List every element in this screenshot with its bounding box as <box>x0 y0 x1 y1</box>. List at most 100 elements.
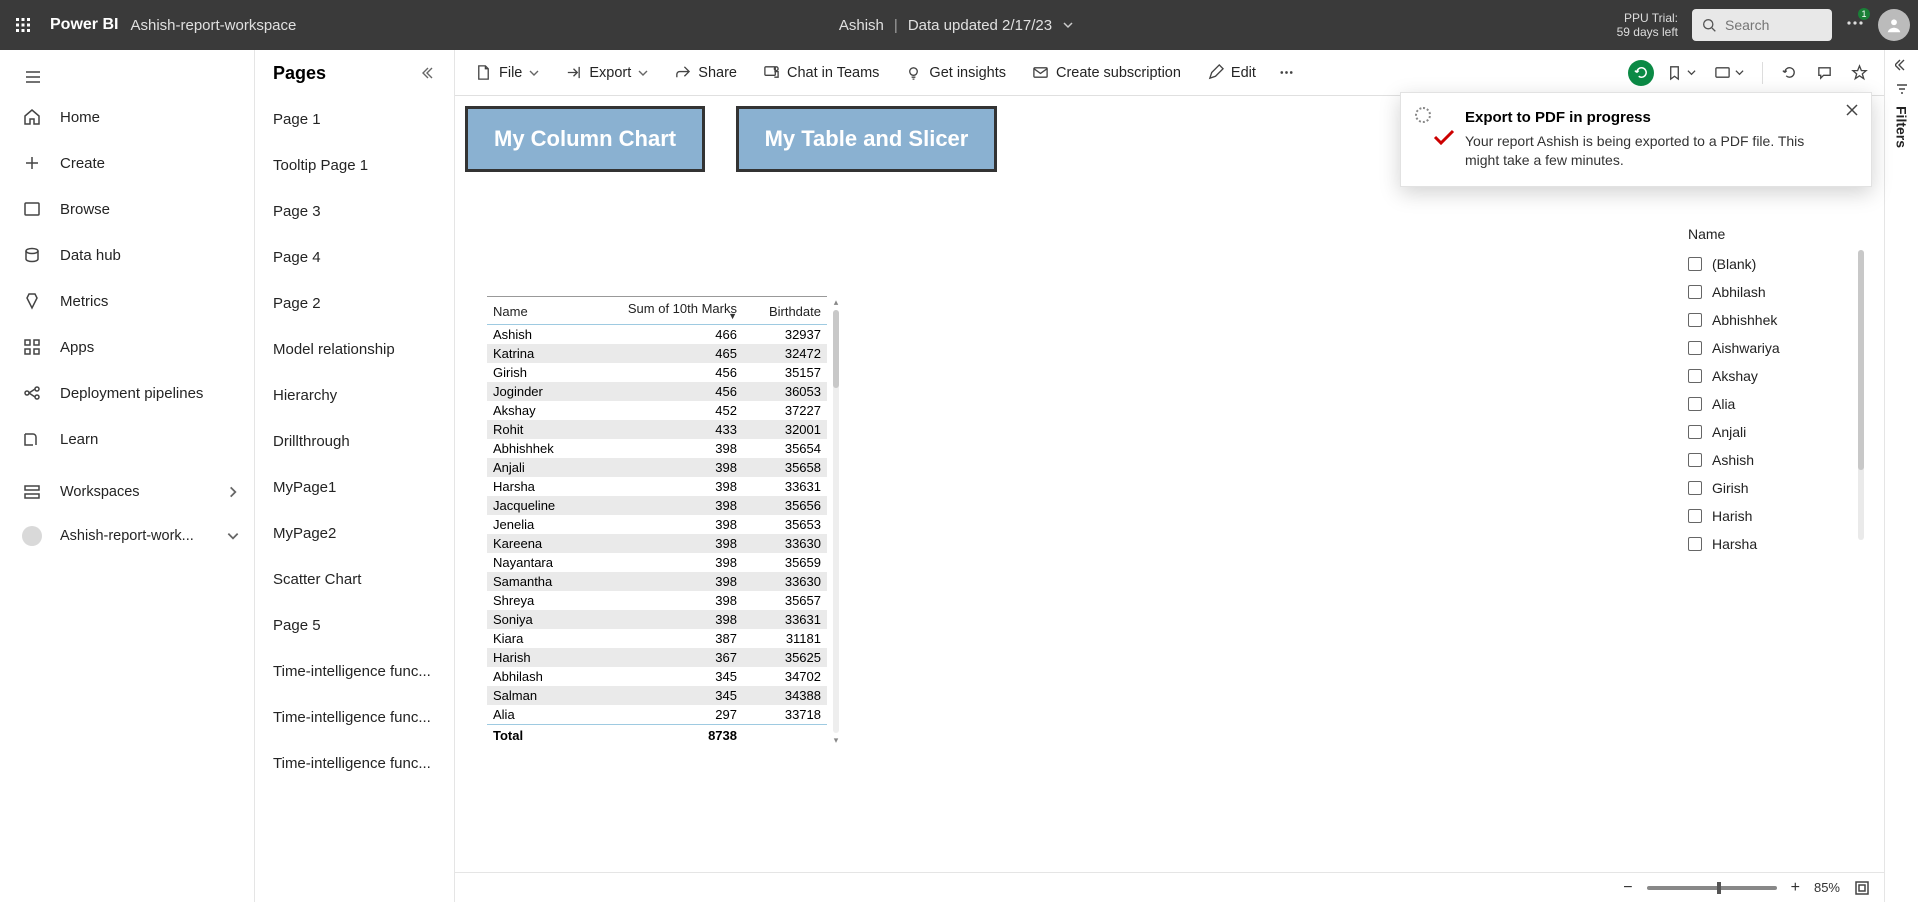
page-item[interactable]: MyPage1 <box>255 464 454 510</box>
bookmark-button[interactable] <box>1660 64 1702 81</box>
nav-workspaces[interactable]: Workspaces <box>0 470 254 514</box>
table-row[interactable]: Anjali39835658 <box>487 458 827 477</box>
zoom-in-button[interactable]: + <box>1791 879 1800 897</box>
col-sum[interactable]: Sum of 10th Marks▼ <box>584 297 743 325</box>
table-scrollbar[interactable]: ▴ ▾ <box>830 297 842 746</box>
nav-data-hub[interactable]: Data hub <box>0 232 254 278</box>
search-box[interactable] <box>1692 9 1832 41</box>
nav-button-table-slicer[interactable]: My Table and Slicer <box>736 106 998 172</box>
app-launcher-icon[interactable] <box>8 10 38 40</box>
slicer-item[interactable]: Girish <box>1688 474 1848 502</box>
nav-learn[interactable]: Learn <box>0 416 254 462</box>
get-insights-button[interactable]: Get insights <box>895 56 1016 90</box>
nav-browse[interactable]: Browse <box>0 186 254 232</box>
slicer-item[interactable]: (Blank) <box>1688 250 1848 278</box>
workspace-name[interactable]: Ashish-report-workspace <box>130 17 296 34</box>
edit-button[interactable]: Edit <box>1197 56 1266 90</box>
zoom-out-button[interactable]: − <box>1623 879 1632 897</box>
checkbox-icon[interactable] <box>1688 537 1702 551</box>
page-item[interactable]: Time-intelligence func... <box>255 648 454 694</box>
checkbox-icon[interactable] <box>1688 425 1702 439</box>
table-row[interactable]: Joginder45636053 <box>487 382 827 401</box>
nav-apps[interactable]: Apps <box>0 324 254 370</box>
more-options-button[interactable] <box>1846 14 1864 37</box>
nav-button-column-chart[interactable]: My Column Chart <box>465 106 705 172</box>
nav-home[interactable]: Home <box>0 94 254 140</box>
trial-info[interactable]: PPU Trial: 59 days left <box>1617 11 1678 40</box>
checkbox-icon[interactable] <box>1688 285 1702 299</box>
report-canvas[interactable]: My Column Chart My Table and Slicer Name… <box>455 96 1884 872</box>
slicer-scrollbar[interactable] <box>1858 250 1864 540</box>
page-item[interactable]: MyPage2 <box>255 510 454 556</box>
page-item[interactable]: Tooltip Page 1 <box>255 142 454 188</box>
share-button[interactable]: Share <box>664 56 747 90</box>
reset-button[interactable] <box>1628 60 1654 86</box>
table-row[interactable]: Jacqueline39835656 <box>487 496 827 515</box>
table-row[interactable]: Abhilash34534702 <box>487 667 827 686</box>
table-row[interactable]: Harsha39833631 <box>487 477 827 496</box>
nav-current-workspace[interactable]: Ashish-report-work... <box>0 514 254 558</box>
page-item[interactable]: Time-intelligence func... <box>255 694 454 740</box>
collapse-pages-icon[interactable] <box>422 65 438 81</box>
nav-create[interactable]: Create <box>0 140 254 186</box>
checkbox-icon[interactable] <box>1688 341 1702 355</box>
slicer-item[interactable]: Aishwariya <box>1688 334 1848 362</box>
view-button[interactable] <box>1708 64 1750 81</box>
page-item[interactable]: Page 1 <box>255 96 454 142</box>
slicer-item[interactable]: Abhilash <box>1688 278 1848 306</box>
table-row[interactable]: Nayantara39835659 <box>487 553 827 572</box>
table-row[interactable]: Soniya39833631 <box>487 610 827 629</box>
slicer-visual[interactable]: Name (Blank)AbhilashAbhishhekAishwariyaA… <box>1688 226 1848 558</box>
nav-metrics[interactable]: Metrics <box>0 278 254 324</box>
export-menu[interactable]: Export <box>555 56 658 90</box>
table-row[interactable]: Samantha39833630 <box>487 572 827 591</box>
chevron-down-icon[interactable] <box>1062 19 1074 31</box>
slicer-item[interactable]: Harish <box>1688 502 1848 530</box>
col-birthdate[interactable]: Birthdate <box>743 297 827 325</box>
table-row[interactable]: Kiara38731181 <box>487 629 827 648</box>
page-item[interactable]: Page 4 <box>255 234 454 280</box>
create-subscription-button[interactable]: Create subscription <box>1022 56 1191 90</box>
checkbox-icon[interactable] <box>1688 257 1702 271</box>
slicer-item[interactable]: Ashish <box>1688 446 1848 474</box>
page-item[interactable]: Scatter Chart <box>255 556 454 602</box>
fit-page-icon[interactable] <box>1854 880 1870 896</box>
slicer-item[interactable]: Akshay <box>1688 362 1848 390</box>
table-row[interactable]: Katrina46532472 <box>487 344 827 363</box>
toast-close-button[interactable] <box>1845 103 1859 117</box>
page-item[interactable]: Page 5 <box>255 602 454 648</box>
nav-collapse-button[interactable] <box>0 60 254 94</box>
data-updated-label[interactable]: Data updated 2/17/23 <box>908 17 1052 34</box>
checkbox-icon[interactable] <box>1688 369 1702 383</box>
table-row[interactable]: Akshay45237227 <box>487 401 827 420</box>
table-row[interactable]: Salman34534388 <box>487 686 827 705</box>
table-row[interactable]: Abhishhek39835654 <box>487 439 827 458</box>
nav-pipelines[interactable]: Deployment pipelines <box>0 370 254 416</box>
table-row[interactable]: Harish36735625 <box>487 648 827 667</box>
checkbox-icon[interactable] <box>1688 509 1702 523</box>
search-input[interactable] <box>1725 17 1805 33</box>
page-item[interactable]: Page 3 <box>255 188 454 234</box>
checkbox-icon[interactable] <box>1688 313 1702 327</box>
more-menu[interactable] <box>1272 56 1301 90</box>
table-visual[interactable]: Name Sum of 10th Marks▼ Birthdate Ashish… <box>487 296 827 746</box>
table-row[interactable]: Shreya39835657 <box>487 591 827 610</box>
table-row[interactable]: Kareena39833630 <box>487 534 827 553</box>
slicer-item[interactable]: Anjali <box>1688 418 1848 446</box>
page-item[interactable]: Page 2 <box>255 280 454 326</box>
table-row[interactable]: Girish45635157 <box>487 363 827 382</box>
report-name[interactable]: Ashish <box>839 17 884 34</box>
file-menu[interactable]: File <box>465 56 549 90</box>
table-row[interactable]: Jenelia39835653 <box>487 515 827 534</box>
page-item[interactable]: Hierarchy <box>255 372 454 418</box>
filters-pane-collapsed[interactable]: Filters <box>1884 50 1918 902</box>
table-row[interactable]: Rohit43332001 <box>487 420 827 439</box>
slicer-item[interactable]: Alia <box>1688 390 1848 418</box>
favorite-button[interactable] <box>1845 64 1874 81</box>
checkbox-icon[interactable] <box>1688 453 1702 467</box>
table-row[interactable]: Ashish46632937 <box>487 325 827 345</box>
page-item[interactable]: Time-intelligence func... <box>255 740 454 786</box>
checkbox-icon[interactable] <box>1688 481 1702 495</box>
slicer-item[interactable]: Abhishhek <box>1688 306 1848 334</box>
col-name[interactable]: Name <box>487 297 584 325</box>
